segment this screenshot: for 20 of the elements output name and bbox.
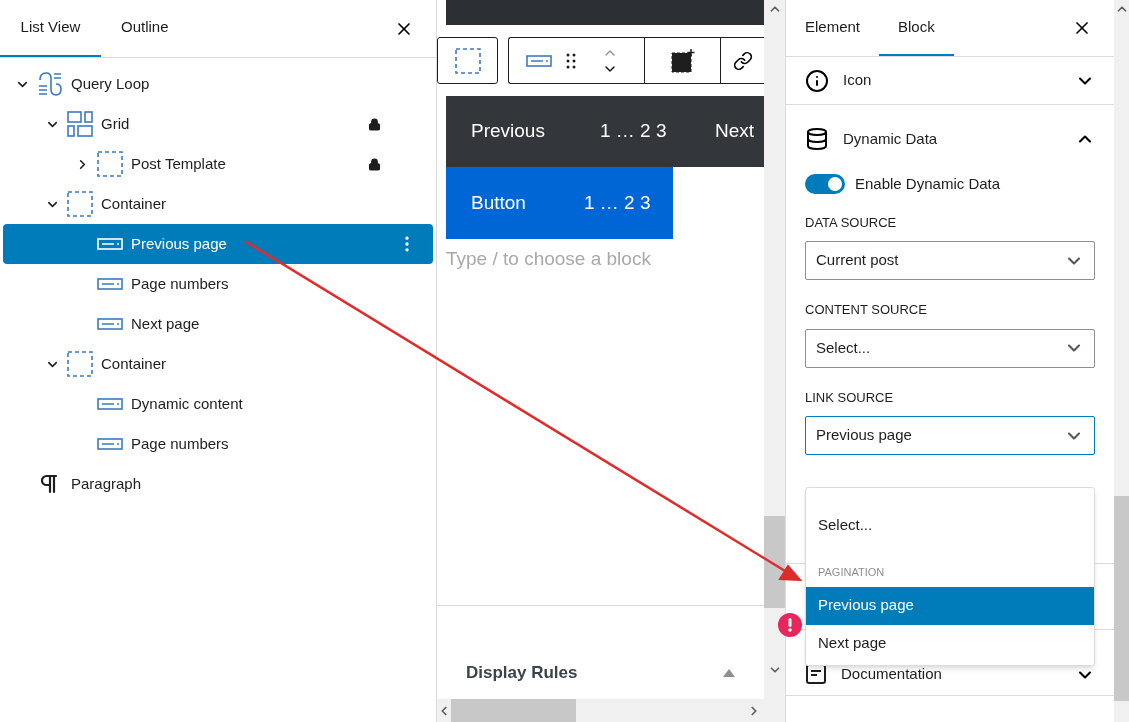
field-label: CONTENT SOURCE (805, 301, 928, 319)
tree-item-label: Paragraph (71, 473, 143, 494)
section-title: Icon (843, 70, 873, 91)
tree-item-label: Grid (101, 113, 131, 134)
field-label: DATA SOURCE (805, 213, 898, 232)
tree-item-label: Container (101, 193, 168, 214)
tree-item-label: Query Loop (71, 73, 151, 94)
tree-item-label: Dynamic content (131, 393, 244, 414)
tree-item-label: Next page (131, 313, 201, 334)
tree-item-label: Page numbers (131, 273, 230, 294)
section-title: Dynamic Data (843, 128, 939, 149)
tree-item-label: Previous page (131, 233, 228, 254)
tree-item-label: Post Template (131, 153, 227, 174)
tree-item-label: Page numbers (131, 433, 230, 454)
field-label: LINK SOURCE (805, 388, 895, 407)
toggle-label: Enable Dynamic Data (855, 174, 1001, 194)
tree-item-label: Container (101, 353, 168, 374)
section-title: Documentation (841, 663, 943, 684)
option-group-label: PAGINATION (817, 565, 886, 580)
section-title: Display Rules (466, 661, 578, 684)
